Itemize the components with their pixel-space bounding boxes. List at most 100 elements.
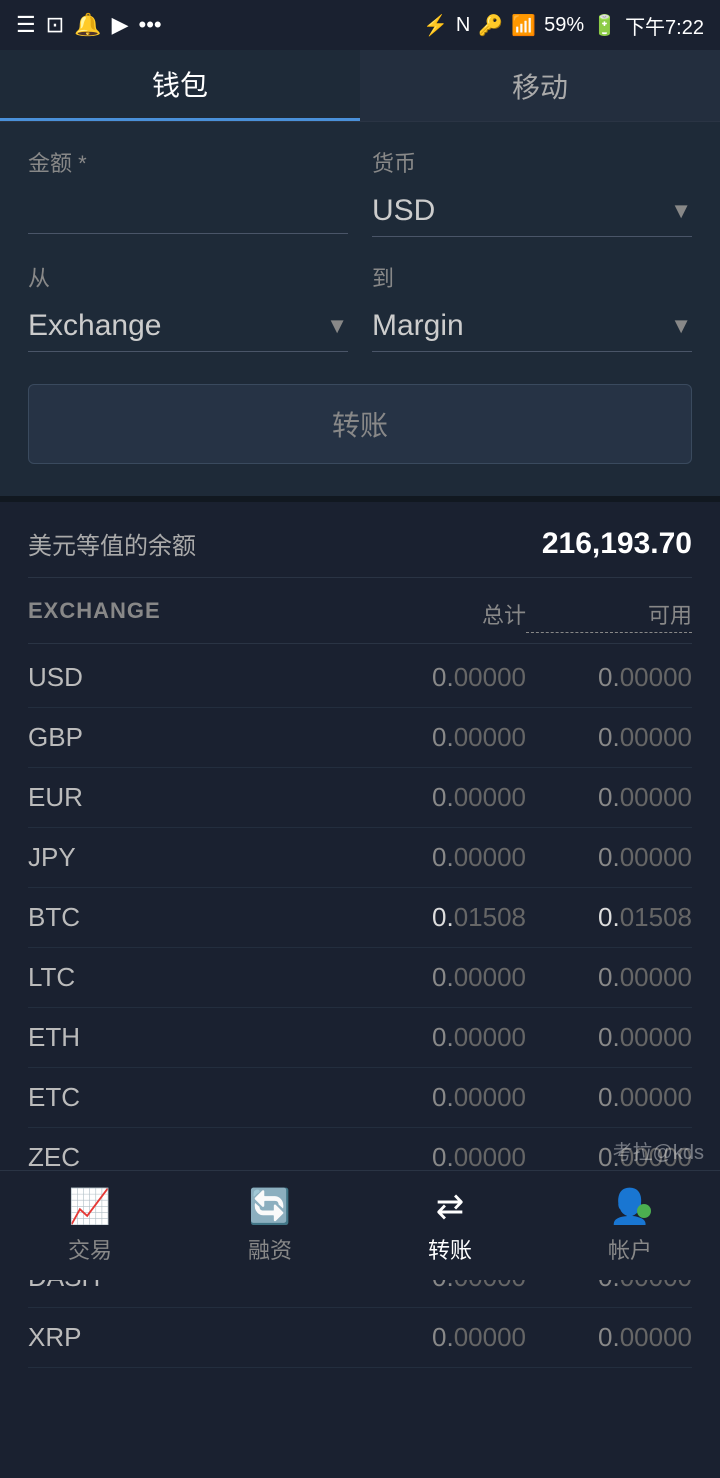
currency-name: EUR: [28, 782, 360, 813]
bottom-nav: 📈 交易 🔄 融资 ⇄ 转账 👤 帐户: [0, 1170, 720, 1280]
from-value: Exchange: [28, 309, 161, 343]
nav-trade-label: 交易: [68, 1233, 112, 1265]
menu-icon: ☰: [16, 12, 36, 38]
currency-available: 0.00000: [526, 842, 692, 873]
to-select[interactable]: Margin ▼: [372, 301, 692, 352]
bluetooth-icon: ⚡: [423, 13, 448, 38]
nav-item-trade[interactable]: 📈 交易: [0, 1187, 180, 1265]
currency-label: 货币: [372, 146, 692, 178]
status-bar: ☰ ⊡ 🔔 ▶ ••• ⚡ N 🔑 📶 59% 🔋 下午7:22: [0, 0, 720, 50]
table-row: LTC0.000000.00000: [28, 948, 692, 1008]
to-arrow-icon: ▼: [670, 313, 692, 339]
currency-total: 0.01508: [360, 902, 526, 933]
currency-available: 0.00000: [526, 782, 692, 813]
currency-available: 0.00000: [526, 662, 692, 693]
tab-wallet[interactable]: 钱包: [0, 50, 360, 121]
nav-item-account[interactable]: 👤 帐户: [540, 1187, 720, 1265]
exchange-section-label: EXCHANGE: [28, 598, 360, 633]
to-group: 到 Margin ▼: [372, 261, 692, 352]
table-row: EUR0.000000.00000: [28, 768, 692, 828]
nav-finance-label: 融资: [248, 1233, 292, 1265]
nav-transfer-label: 转账: [428, 1233, 472, 1265]
amount-label: 金额 *: [28, 146, 348, 178]
currency-available: 0.01508: [526, 902, 692, 933]
transfer-button-label: 转账: [332, 410, 388, 441]
from-group: 从 Exchange ▼: [28, 261, 348, 352]
app-icon: ⊡: [46, 12, 64, 38]
tab-bar: 钱包 移动: [0, 50, 720, 122]
currency-total: 0.00000: [360, 1322, 526, 1353]
form-row-from-to: 从 Exchange ▼ 到 Margin ▼: [28, 261, 692, 352]
currency-available: 0.00000: [526, 1082, 692, 1113]
currency-total: 0.00000: [360, 842, 526, 873]
to-value: Margin: [372, 309, 464, 343]
amount-group: 金额 *: [28, 146, 348, 237]
table-row: ETC0.000000.00000: [28, 1068, 692, 1128]
currency-name: ETC: [28, 1082, 360, 1113]
amount-input[interactable]: [28, 186, 348, 234]
currency-available: 0.00000: [526, 962, 692, 993]
finance-icon: 🔄: [249, 1187, 291, 1227]
table-row: BTC0.015080.01508: [28, 888, 692, 948]
notification-icon: 🔔: [74, 12, 101, 38]
signal-icon: 📶: [511, 13, 536, 38]
currency-name: XRP: [28, 1322, 360, 1353]
currency-total: 0.00000: [360, 1022, 526, 1053]
total-col-label: 总计: [360, 598, 526, 633]
balance-row: 美元等值的余额 216,193.70: [28, 526, 692, 578]
account-dot: [637, 1204, 651, 1218]
transfer-button[interactable]: 转账: [28, 384, 692, 464]
table-row: USD0.000000.00000: [28, 648, 692, 708]
from-label: 从: [28, 261, 348, 293]
nfc-icon: N: [456, 14, 470, 37]
currency-name: JPY: [28, 842, 360, 873]
battery-icon: 🔋: [592, 13, 617, 38]
from-arrow-icon: ▼: [326, 313, 348, 339]
tab-move-label: 移动: [512, 66, 568, 106]
tab-move[interactable]: 移动: [360, 50, 720, 121]
currency-arrow-icon: ▼: [670, 198, 692, 224]
currency-total: 0.00000: [360, 662, 526, 693]
currency-name: LTC: [28, 962, 360, 993]
currency-name: BTC: [28, 902, 360, 933]
currency-total: 0.00000: [360, 962, 526, 993]
balance-label: 美元等值的余额: [28, 526, 196, 561]
balance-value: 216,193.70: [542, 527, 692, 561]
currency-total: 0.00000: [360, 782, 526, 813]
currency-name: ETH: [28, 1022, 360, 1053]
time: 下午7:22: [625, 11, 704, 40]
more-icon: •••: [139, 12, 162, 38]
to-label: 到: [372, 261, 692, 293]
status-right: ⚡ N 🔑 📶 59% 🔋 下午7:22: [423, 11, 704, 40]
play-icon: ▶: [112, 12, 129, 38]
trade-icon: 📈: [69, 1187, 111, 1227]
nav-item-finance[interactable]: 🔄 融资: [180, 1187, 360, 1265]
currency-total: 0.00000: [360, 722, 526, 753]
from-select[interactable]: Exchange ▼: [28, 301, 348, 352]
form-section: 金额 * 货币 USD ▼ 从 Exchange ▼ 到 Margin ▼: [0, 122, 720, 496]
table-row: GBP0.000000.00000: [28, 708, 692, 768]
nav-item-transfer[interactable]: ⇄ 转账: [360, 1187, 540, 1265]
currency-available: 0.00000: [526, 1022, 692, 1053]
currency-total: 0.00000: [360, 1082, 526, 1113]
battery-text: 59%: [544, 14, 584, 37]
currency-total: 0.00000: [360, 1142, 526, 1173]
currency-available: 0.00000: [526, 722, 692, 753]
key-icon: 🔑: [478, 13, 503, 38]
form-row-top: 金额 * 货币 USD ▼: [28, 146, 692, 237]
table-row: XRP0.000000.00000: [28, 1308, 692, 1368]
currency-group: 货币 USD ▼: [372, 146, 692, 237]
tab-wallet-label: 钱包: [152, 64, 208, 104]
currency-select[interactable]: USD ▼: [372, 186, 692, 237]
watermark: 考拉@kds: [613, 1136, 704, 1165]
status-left: ☰ ⊡ 🔔 ▶ •••: [16, 12, 162, 38]
currency-name: ZEC: [28, 1142, 360, 1173]
table-header: EXCHANGE 总计 可用: [28, 598, 692, 644]
currency-name: GBP: [28, 722, 360, 753]
nav-account-label: 帐户: [608, 1233, 652, 1265]
table-row: JPY0.000000.00000: [28, 828, 692, 888]
transfer-icon: ⇄: [436, 1187, 465, 1227]
currency-name: USD: [28, 662, 360, 693]
currency-value: USD: [372, 194, 435, 228]
available-col-label: 可用: [526, 598, 692, 633]
